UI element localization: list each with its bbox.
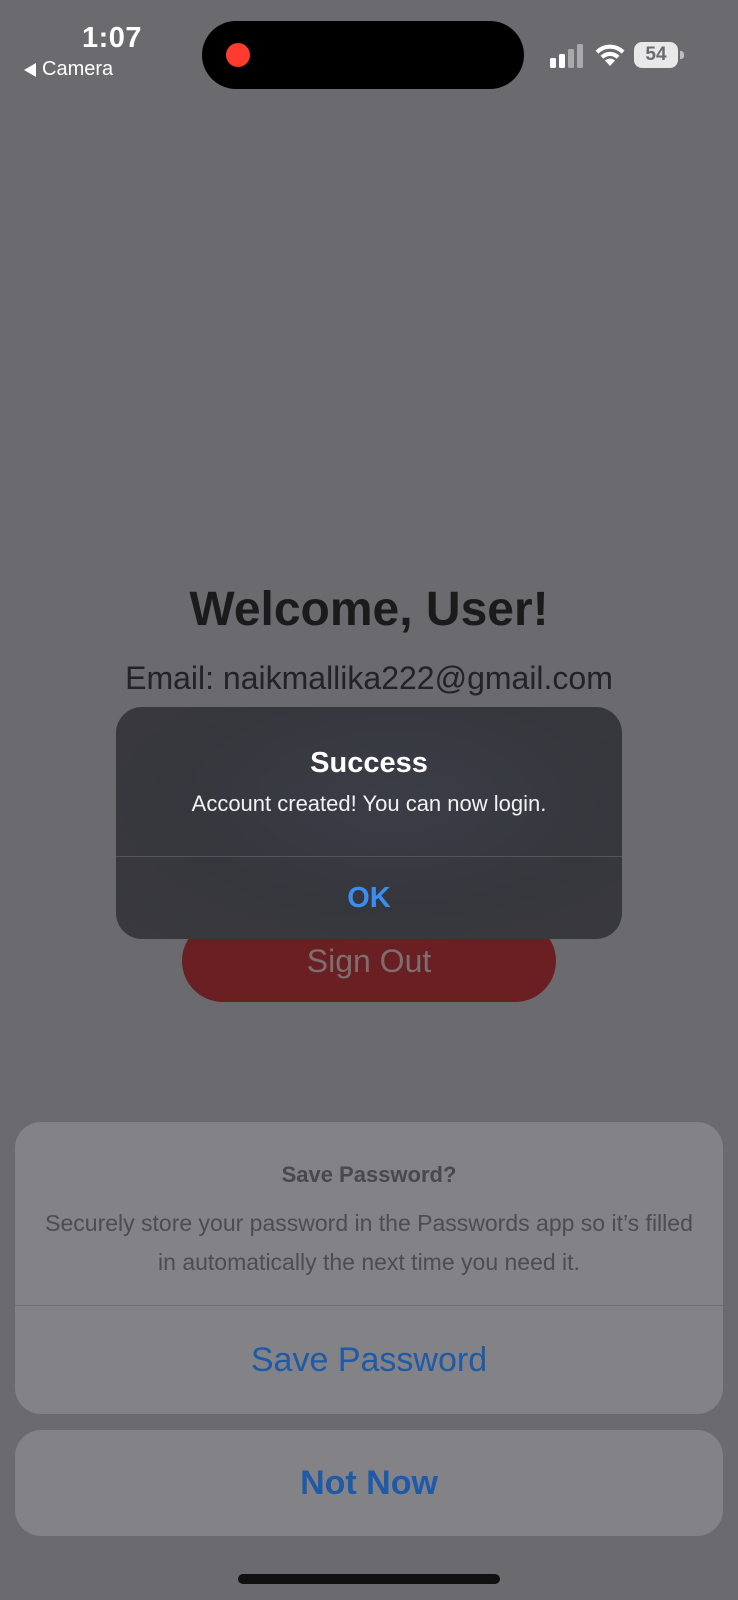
user-email: Email: naikmallika222@gmail.com: [125, 660, 613, 696]
sheet-title: Save Password?: [281, 1162, 457, 1187]
battery-nub: [680, 51, 684, 59]
success-alert: Success Account created! You can now log…: [116, 707, 622, 939]
alert-message: Account created! You can now login.: [191, 791, 547, 816]
dynamic-island: [202, 21, 524, 89]
back-app-label: Camera: [42, 58, 114, 80]
save-password-button[interactable]: Save Password: [15, 1306, 723, 1414]
back-triangle-icon: [24, 62, 36, 77]
screen: 1:07 Camera 54 Welcome, User! Email: nai…: [0, 0, 738, 1600]
not-now-button[interactable]: Not Now: [15, 1430, 723, 1536]
home-indicator[interactable]: [238, 1574, 500, 1584]
sheet-description: Securely store your password in the Pass…: [45, 1210, 693, 1275]
wifi-icon: [595, 44, 625, 66]
battery-level: 54: [634, 42, 678, 68]
save-password-sheet: Save Password? Securely store your passw…: [15, 1122, 723, 1414]
welcome-heading: Welcome, User!: [189, 583, 549, 636]
back-to-camera-button[interactable]: Camera: [24, 58, 113, 81]
recording-dot-icon: [226, 43, 250, 67]
battery-icon: 54: [634, 42, 684, 68]
status-time: 1:07: [82, 22, 143, 54]
alert-title: Success: [310, 747, 428, 779]
cellular-signal-icon: [550, 44, 583, 68]
alert-ok-button[interactable]: OK: [116, 857, 622, 939]
